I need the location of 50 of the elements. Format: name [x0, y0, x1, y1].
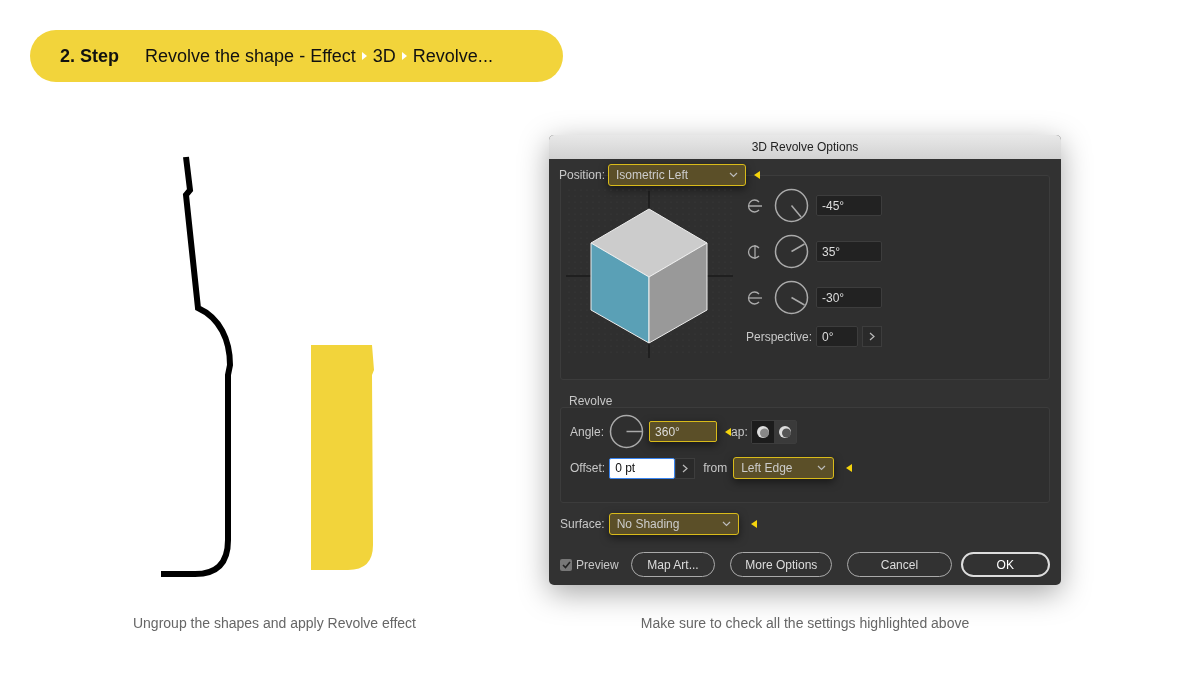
- dropdown[interactable]: Left Edge: [733, 457, 835, 479]
- stepper-button[interactable]: [862, 326, 883, 347]
- caption: Make sure to check all the settings highlighted above: [640, 614, 970, 633]
- offset-field[interactable]: 0 pt: [609, 457, 676, 479]
- step-title: 2. Step: [60, 44, 120, 68]
- pointer-arrow-icon: [754, 171, 761, 179]
- field-label: Position:: [559, 167, 606, 184]
- dial-control[interactable]: [774, 188, 809, 223]
- field-label: ap:: [731, 423, 748, 441]
- chevron-down-icon: [729, 172, 739, 178]
- chevron-right-icon: [682, 463, 689, 473]
- field-label: Perspective:: [746, 328, 813, 346]
- stepper-button[interactable]: [675, 457, 696, 479]
- chevron-icon: [361, 52, 367, 60]
- chevron-down-icon: [721, 521, 731, 527]
- menu-path-text: Revolve the shape - Effect: [145, 44, 356, 68]
- cap-toggle-button[interactable]: [751, 420, 774, 443]
- chevron-right-icon: [869, 332, 876, 341]
- angle-field[interactable]: -30°: [816, 287, 882, 308]
- menu-path-text: Revolve...: [412, 44, 493, 68]
- dial-control[interactable]: [774, 234, 809, 269]
- checkbox[interactable]: [560, 558, 572, 571]
- window-title: 3D Revolve Options: [549, 135, 1061, 159]
- dropdown[interactable]: No Shading: [608, 513, 739, 535]
- pointer-arrow-icon: [725, 427, 732, 436]
- angle-field[interactable]: 35°: [816, 241, 882, 262]
- field-label: Angle:: [570, 423, 605, 441]
- dial-control[interactable]: [774, 280, 809, 315]
- section-title: Revolve: [569, 393, 613, 410]
- chevron-down-icon: [817, 465, 827, 471]
- field-label: from: [703, 460, 728, 477]
- menu-path-text: 3D: [372, 44, 396, 68]
- angle-field[interactable]: -45°: [816, 195, 882, 216]
- field-label: Offset:: [570, 460, 606, 477]
- dropdown[interactable]: Isometric Left: [608, 164, 747, 186]
- rotation-icon: [746, 196, 764, 215]
- rotation-icon: [746, 288, 764, 307]
- angle-field[interactable]: 360°: [649, 421, 718, 442]
- caption: Ungroup the shapes and apply Revolve effect: [132, 614, 416, 633]
- field-label: Surface:: [560, 516, 605, 533]
- dial-control[interactable]: [609, 414, 645, 449]
- cap-icon: [755, 424, 770, 439]
- perspective-field[interactable]: 0°: [816, 326, 859, 347]
- field-label: Preview: [576, 556, 619, 574]
- pointer-arrow-icon: [846, 464, 853, 472]
- pointer-arrow-icon: [750, 520, 757, 528]
- chevron-icon: [401, 52, 407, 60]
- dialog-button[interactable]: OK: [960, 552, 1050, 577]
- cap-icon: [777, 424, 792, 439]
- cap-toggle-button[interactable]: [773, 420, 796, 443]
